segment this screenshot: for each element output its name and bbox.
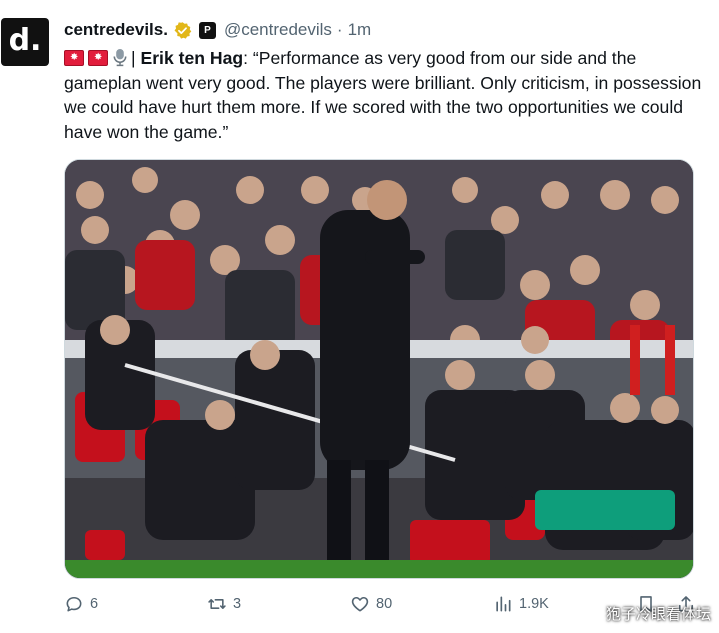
tweet-photo[interactable] xyxy=(64,159,694,579)
views-button[interactable]: 1.9K xyxy=(493,594,549,614)
reply-count: 6 xyxy=(90,596,99,612)
speaker-name: Erik ten Hag xyxy=(140,48,244,68)
timestamp[interactable]: 1m xyxy=(348,20,372,40)
user-handle[interactable]: @centredevils xyxy=(224,20,332,40)
red-flag-icon xyxy=(88,50,108,66)
watermark: 狍子冷眼看体坛 xyxy=(605,605,711,623)
tweet-header: centredevils. P @centredevils · 1m xyxy=(64,18,371,42)
retweet-count: 3 xyxy=(233,596,242,612)
text-separator: | xyxy=(131,48,136,68)
avatar[interactable]: d. xyxy=(1,18,49,66)
display-name[interactable]: centredevils. xyxy=(64,20,168,40)
red-flag-icon xyxy=(64,50,84,66)
reply-button[interactable]: 6 xyxy=(64,594,98,614)
stadium-photo xyxy=(65,160,693,578)
views-count: 1.9K xyxy=(519,596,549,612)
views-icon xyxy=(496,596,511,612)
verified-badge-icon xyxy=(174,21,192,39)
microphone-icon xyxy=(113,48,127,67)
retweet-icon xyxy=(208,599,226,609)
separator-dot: · xyxy=(336,20,343,39)
heart-icon xyxy=(351,596,369,612)
retweet-button[interactable]: 3 xyxy=(207,594,241,614)
reply-icon xyxy=(66,596,82,612)
like-button[interactable]: 80 xyxy=(350,594,392,614)
tweet-text: | Erik ten Hag: “Performance as very goo… xyxy=(64,46,704,144)
like-count: 80 xyxy=(376,596,393,612)
avatar-logo: d. xyxy=(8,22,42,58)
affiliation-badge-icon[interactable]: P xyxy=(198,21,216,39)
